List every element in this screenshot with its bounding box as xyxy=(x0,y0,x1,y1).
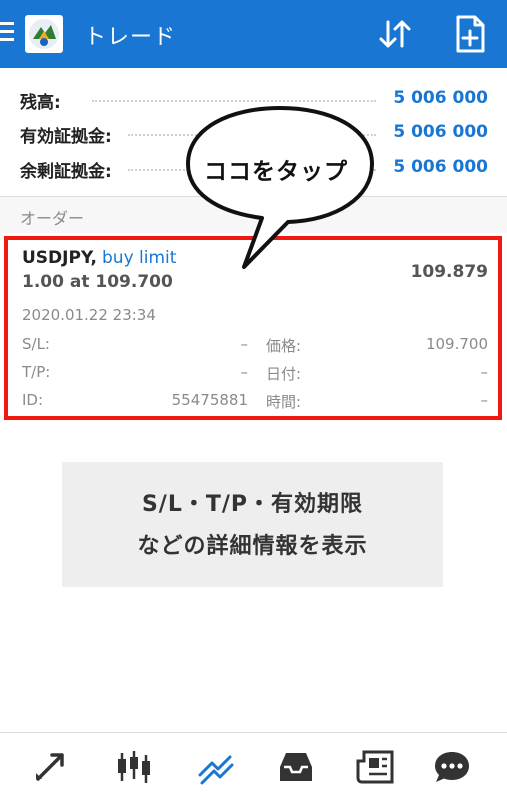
trade-icon[interactable] xyxy=(196,749,236,785)
order-symbol: USDJPY, xyxy=(22,248,97,268)
time-label: 時間: xyxy=(266,393,302,411)
order-current-price: 109.879 xyxy=(410,262,488,282)
free-margin-label: 余剰証拠金: xyxy=(20,162,112,182)
order-volume: 1.00 at 109.700 xyxy=(22,272,173,292)
metatrader-logo xyxy=(25,15,63,53)
sl-label: S/L: xyxy=(22,335,50,353)
section-title: オーダー xyxy=(20,209,85,228)
callout-text: ココをタップ xyxy=(204,159,348,185)
id-value: 55475881 xyxy=(171,391,248,409)
date-label: 日付: xyxy=(266,365,302,383)
info-line-1: S/L・T/P・有効期限 xyxy=(141,492,364,517)
tp-value: – xyxy=(240,363,249,381)
app-bar: トレード xyxy=(0,0,507,68)
menu-icon[interactable] xyxy=(0,22,14,44)
balance-value: 5 006 000 xyxy=(393,88,488,108)
chart-icon[interactable] xyxy=(114,749,154,785)
price-label: 価格: xyxy=(266,337,302,355)
sort-icon[interactable] xyxy=(375,15,415,53)
equity-value: 5 006 000 xyxy=(393,122,488,142)
quotes-icon[interactable] xyxy=(32,749,72,785)
news-icon[interactable] xyxy=(356,749,396,785)
order-type: buy limit xyxy=(102,248,177,268)
info-line-2: などの詳細情報を表示 xyxy=(137,534,368,559)
history-icon[interactable] xyxy=(276,749,316,785)
free-margin-value: 5 006 000 xyxy=(393,157,488,177)
bottom-navigation xyxy=(0,732,507,800)
date-value: – xyxy=(480,363,489,381)
tp-label: T/P: xyxy=(22,363,51,381)
info-panel: S/L・T/P・有効期限 などの詳細情報を表示 xyxy=(62,462,443,587)
id-label: ID: xyxy=(22,391,44,409)
page-title: トレード xyxy=(84,25,177,50)
callout-bubble xyxy=(186,106,374,269)
equity-label: 有効証拠金: xyxy=(20,127,112,147)
price-value: 109.700 xyxy=(425,335,488,353)
time-value: – xyxy=(480,391,489,409)
chat-icon[interactable] xyxy=(432,749,472,785)
sl-value: – xyxy=(240,335,249,353)
balance-label: 残高: xyxy=(20,93,61,113)
new-order-icon[interactable] xyxy=(452,14,488,54)
order-datetime: 2020.01.22 23:34 xyxy=(22,306,156,324)
